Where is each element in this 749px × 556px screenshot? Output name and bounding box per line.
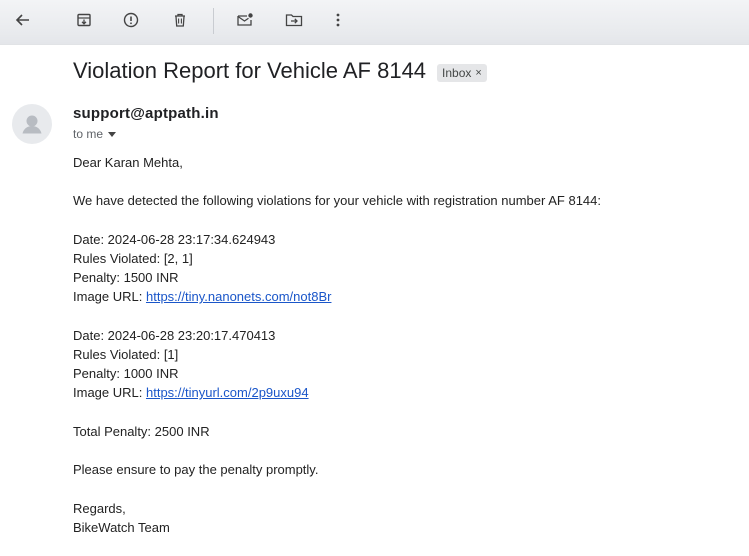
violation-rules: Rules Violated: [1] — [73, 346, 179, 362]
violation-penalty: Penalty: 1000 INR — [73, 366, 179, 382]
remove-label-icon[interactable]: × — [475, 67, 481, 79]
mark-unread-icon[interactable] — [231, 8, 259, 32]
archive-icon[interactable] — [70, 8, 98, 32]
toolbar — [0, 0, 749, 45]
violation-penalty: Penalty: 1500 INR — [73, 270, 179, 286]
email-body: Dear Karan Mehta, We have detected the f… — [73, 153, 601, 537]
violation-date: Date: 2024-06-28 23:17:34.624943 — [73, 231, 276, 247]
caret-down-icon — [108, 131, 117, 137]
inbox-label-text: Inbox — [442, 65, 472, 80]
violation-date: Date: 2024-06-28 23:20:17.470413 — [73, 327, 276, 343]
back-arrow-icon[interactable] — [8, 8, 36, 32]
move-to-icon[interactable] — [280, 8, 308, 32]
signoff: Regards, — [73, 500, 126, 516]
more-vert-icon[interactable] — [324, 8, 352, 32]
violation-rules: Rules Violated: [2, 1] — [73, 250, 193, 266]
toolbar-separator — [213, 8, 214, 34]
recipient-label: to me — [73, 127, 104, 141]
subject-row: Violation Report for Vehicle AF 8144 Inb… — [73, 58, 487, 84]
intro-text: We have detected the following violation… — [73, 193, 601, 209]
team-signature: BikeWatch Team — [73, 519, 170, 535]
person-icon — [22, 115, 42, 134]
violation-image-line: Image URL: https://tinyurl.com/2p9uxu94 — [73, 383, 601, 402]
sender-email[interactable]: support@aptpath.in — [73, 105, 219, 122]
avatar[interactable] — [12, 104, 52, 144]
delete-icon[interactable] — [166, 8, 194, 32]
total-penalty: Total Penalty: 2500 INR — [73, 423, 210, 439]
image-url-label: Image URL: — [73, 289, 146, 305]
email-subject: Violation Report for Vehicle AF 8144 — [73, 58, 427, 83]
report-spam-icon[interactable] — [117, 8, 145, 32]
inbox-label-chip[interactable]: Inbox × — [437, 63, 487, 82]
recipient-details-toggle[interactable]: to me — [73, 127, 117, 141]
image-url-label: Image URL: — [73, 385, 146, 401]
image-url-link[interactable]: https://tinyurl.com/2p9uxu94 — [146, 385, 309, 400]
violation-image-line: Image URL: https://tiny.nanonets.com/not… — [73, 287, 601, 306]
payment-request: Please ensure to pay the penalty promptl… — [73, 462, 319, 478]
image-url-link[interactable]: https://tiny.nanonets.com/not8Br — [146, 289, 331, 304]
greeting: Dear Karan Mehta, — [73, 155, 183, 170]
